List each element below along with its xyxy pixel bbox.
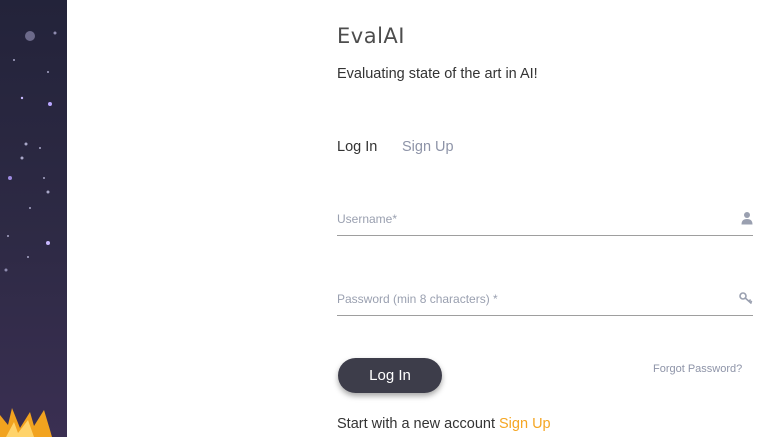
signup-prompt: Start with a new account Sign Up xyxy=(337,416,551,432)
key-icon xyxy=(739,291,753,310)
decorative-side-panel xyxy=(0,0,67,437)
log-in-button[interactable]: Log In xyxy=(338,358,442,393)
user-icon xyxy=(741,211,753,230)
tab-log-in[interactable]: Log In xyxy=(337,139,377,155)
signup-link[interactable]: Sign Up xyxy=(499,416,551,432)
password-input[interactable] xyxy=(337,285,727,313)
tab-sign-up[interactable]: Sign Up xyxy=(402,139,454,155)
password-field xyxy=(337,285,753,316)
evalai-logo: EvalAI xyxy=(337,24,405,48)
forgot-password-link[interactable]: Forgot Password? xyxy=(653,363,742,375)
starfield-illustration xyxy=(0,31,57,437)
username-input[interactable] xyxy=(337,205,727,233)
signup-prompt-text: Start with a new account xyxy=(337,416,495,432)
username-field xyxy=(337,205,753,236)
tagline: Evaluating state of the art in AI! xyxy=(337,66,538,82)
